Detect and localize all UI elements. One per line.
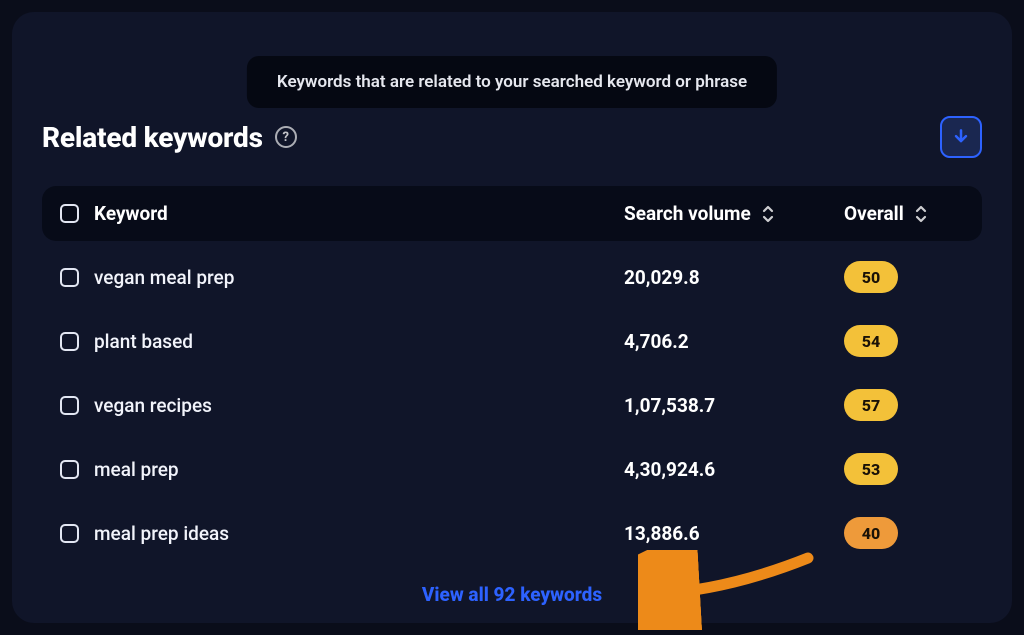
- overall-badge: 40: [844, 517, 898, 549]
- row-checkbox[interactable]: [60, 396, 79, 415]
- overall-badge: 53: [844, 453, 898, 485]
- cell-volume: 4,30,924.6: [624, 458, 715, 481]
- section-tooltip: Keywords that are related to your search…: [247, 56, 777, 108]
- overall-badge: 54: [844, 325, 898, 357]
- cell-keyword: vegan meal prep: [94, 266, 234, 289]
- overall-badge: 57: [844, 389, 898, 421]
- cell-keyword: vegan recipes: [94, 394, 212, 417]
- download-button[interactable]: [940, 116, 982, 158]
- table-body: vegan meal prep 20,029.8 50 plant based 4,70…: [42, 241, 982, 565]
- select-all-checkbox[interactable]: [60, 204, 79, 223]
- section-header: Related keywords ?: [42, 116, 982, 158]
- cell-keyword: plant based: [94, 330, 193, 353]
- cell-volume: 1,07,538.7: [624, 394, 715, 417]
- row-checkbox[interactable]: [60, 268, 79, 287]
- related-keywords-card: Keywords that are related to your search…: [12, 12, 1012, 623]
- sort-icon[interactable]: [914, 205, 928, 223]
- section-title-wrap: Related keywords ?: [42, 121, 297, 154]
- help-icon[interactable]: ?: [275, 126, 297, 148]
- view-all-link[interactable]: View all 92 keywords: [42, 583, 982, 606]
- table-row: vegan recipes 1,07,538.7 57: [42, 373, 982, 437]
- row-checkbox[interactable]: [60, 332, 79, 351]
- row-checkbox[interactable]: [60, 524, 79, 543]
- col-overall-label[interactable]: Overall: [844, 202, 904, 225]
- sort-icon[interactable]: [761, 205, 775, 223]
- cell-volume: 20,029.8: [624, 266, 700, 289]
- cell-keyword: meal prep: [94, 458, 179, 481]
- download-icon: [951, 127, 971, 147]
- overall-badge: 50: [844, 261, 898, 293]
- section-title: Related keywords: [42, 121, 263, 154]
- cell-volume: 4,706.2: [624, 330, 689, 353]
- table-row: meal prep 4,30,924.6 53: [42, 437, 982, 501]
- table-row: plant based 4,706.2 54: [42, 309, 982, 373]
- cell-volume: 13,886.6: [624, 522, 700, 545]
- table-row: meal prep ideas 13,886.6 40: [42, 501, 982, 565]
- keywords-table: Keyword Search volume Overall vegan meal…: [42, 186, 982, 565]
- cell-keyword: meal prep ideas: [94, 522, 229, 545]
- table-row: vegan meal prep 20,029.8 50: [42, 245, 982, 309]
- col-keyword-label: Keyword: [94, 202, 168, 225]
- table-header: Keyword Search volume Overall: [42, 186, 982, 241]
- col-volume-label[interactable]: Search volume: [624, 202, 751, 225]
- row-checkbox[interactable]: [60, 460, 79, 479]
